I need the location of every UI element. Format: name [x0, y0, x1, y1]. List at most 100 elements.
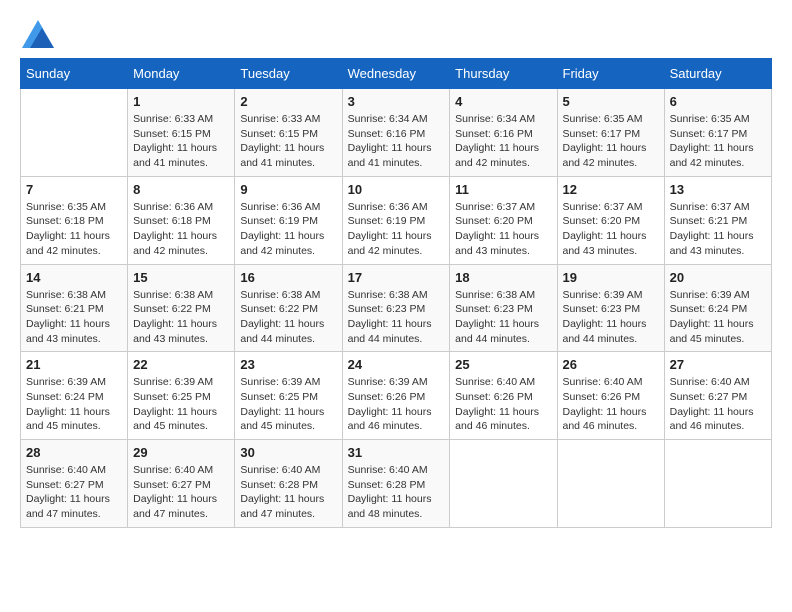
weekday-header: Monday: [128, 59, 235, 89]
weekday-header: Saturday: [664, 59, 771, 89]
calendar-cell: 10 Sunrise: 6:36 AM Sunset: 6:19 PM Dayli…: [342, 176, 450, 264]
calendar-table: SundayMondayTuesdayWednesdayThursdayFrid…: [20, 58, 772, 528]
day-info: Sunrise: 6:38 AM Sunset: 6:22 PM Dayligh…: [240, 288, 336, 347]
day-number: 4: [455, 94, 551, 109]
calendar-cell: 30Sunrise: 6:40 AM Sunset: 6:28 PM Dayli…: [235, 440, 342, 528]
day-info: Sunrise: 6:39 AM Sunset: 6:25 PM Dayligh…: [133, 375, 229, 434]
weekday-header: Wednesday: [342, 59, 450, 89]
calendar-cell: 19 Sunrise: 6:39 AM Sunset: 6:23 PM Dayli…: [557, 264, 664, 352]
day-info: Sunrise: 6:35 AM Sunset: 6:17 PM Dayligh…: [563, 112, 659, 171]
day-info: Sunrise: 6:40 AM Sunset: 6:28 PM Dayligh…: [348, 463, 445, 522]
calendar-cell: [557, 440, 664, 528]
day-number: 6: [670, 94, 766, 109]
calendar-week-row: 14Sunrise: 6:38 AM Sunset: 6:21 PM Dayli…: [21, 264, 772, 352]
day-number: 17: [348, 270, 445, 285]
calendar-cell: 1 Sunrise: 6:33 AM Sunset: 6:15 PM Daylig…: [128, 89, 235, 177]
day-number: 19: [563, 270, 659, 285]
weekday-header: Friday: [557, 59, 664, 89]
day-info: Sunrise: 6:35 AM Sunset: 6:17 PM Dayligh…: [670, 112, 766, 171]
day-info: Sunrise: 6:40 AM Sunset: 6:27 PM Dayligh…: [670, 375, 766, 434]
page-header: [20, 20, 772, 48]
calendar-cell: 13 Sunrise: 6:37 AM Sunset: 6:21 PM Dayli…: [664, 176, 771, 264]
day-number: 21: [26, 357, 122, 372]
day-info: Sunrise: 6:34 AM Sunset: 6:16 PM Dayligh…: [455, 112, 551, 171]
day-number: 7: [26, 182, 122, 197]
day-info: Sunrise: 6:39 AM Sunset: 6:23 PM Dayligh…: [563, 288, 659, 347]
day-info: Sunrise: 6:40 AM Sunset: 6:26 PM Dayligh…: [455, 375, 551, 434]
weekday-header: Sunday: [21, 59, 128, 89]
day-info: Sunrise: 6:35 AM Sunset: 6:18 PM Dayligh…: [26, 200, 122, 259]
day-number: 14: [26, 270, 122, 285]
weekday-header: Thursday: [450, 59, 557, 89]
calendar-cell: 2Sunrise: 6:33 AM Sunset: 6:15 PM Daylig…: [235, 89, 342, 177]
day-number: 25: [455, 357, 551, 372]
day-number: 10: [348, 182, 445, 197]
day-number: 5: [563, 94, 659, 109]
calendar-cell: 18 Sunrise: 6:38 AM Sunset: 6:23 PM Dayli…: [450, 264, 557, 352]
calendar-cell: 6 Sunrise: 6:35 AM Sunset: 6:17 PM Daylig…: [664, 89, 771, 177]
day-number: 13: [670, 182, 766, 197]
day-number: 31: [348, 445, 445, 460]
day-number: 30: [240, 445, 336, 460]
logo: [20, 20, 54, 48]
calendar-cell: 4 Sunrise: 6:34 AM Sunset: 6:16 PM Daylig…: [450, 89, 557, 177]
calendar-body: 1 Sunrise: 6:33 AM Sunset: 6:15 PM Daylig…: [21, 89, 772, 528]
day-number: 24: [348, 357, 445, 372]
calendar-cell: 31 Sunrise: 6:40 AM Sunset: 6:28 PM Dayli…: [342, 440, 450, 528]
day-info: Sunrise: 6:33 AM Sunset: 6:15 PM Dayligh…: [133, 112, 229, 171]
calendar-week-row: 28Sunrise: 6:40 AM Sunset: 6:27 PM Dayli…: [21, 440, 772, 528]
calendar-cell: [450, 440, 557, 528]
calendar-cell: 14Sunrise: 6:38 AM Sunset: 6:21 PM Dayli…: [21, 264, 128, 352]
day-info: Sunrise: 6:39 AM Sunset: 6:24 PM Dayligh…: [26, 375, 122, 434]
day-info: Sunrise: 6:37 AM Sunset: 6:21 PM Dayligh…: [670, 200, 766, 259]
calendar-cell: 7 Sunrise: 6:35 AM Sunset: 6:18 PM Daylig…: [21, 176, 128, 264]
day-number: 16: [240, 270, 336, 285]
day-info: Sunrise: 6:40 AM Sunset: 6:27 PM Dayligh…: [133, 463, 229, 522]
calendar-week-row: 1 Sunrise: 6:33 AM Sunset: 6:15 PM Daylig…: [21, 89, 772, 177]
weekday-row: SundayMondayTuesdayWednesdayThursdayFrid…: [21, 59, 772, 89]
day-number: 1: [133, 94, 229, 109]
calendar-cell: 8 Sunrise: 6:36 AM Sunset: 6:18 PM Daylig…: [128, 176, 235, 264]
day-info: Sunrise: 6:39 AM Sunset: 6:24 PM Dayligh…: [670, 288, 766, 347]
calendar-cell: 12 Sunrise: 6:37 AM Sunset: 6:20 PM Dayli…: [557, 176, 664, 264]
calendar-cell: 26Sunrise: 6:40 AM Sunset: 6:26 PM Dayli…: [557, 352, 664, 440]
day-number: 20: [670, 270, 766, 285]
day-info: Sunrise: 6:38 AM Sunset: 6:23 PM Dayligh…: [348, 288, 445, 347]
day-number: 27: [670, 357, 766, 372]
day-info: Sunrise: 6:37 AM Sunset: 6:20 PM Dayligh…: [563, 200, 659, 259]
day-info: Sunrise: 6:33 AM Sunset: 6:15 PM Dayligh…: [240, 112, 336, 171]
day-number: 29: [133, 445, 229, 460]
day-info: Sunrise: 6:40 AM Sunset: 6:27 PM Dayligh…: [26, 463, 122, 522]
calendar-cell: 9Sunrise: 6:36 AM Sunset: 6:19 PM Daylig…: [235, 176, 342, 264]
day-number: 15: [133, 270, 229, 285]
calendar-cell: 23Sunrise: 6:39 AM Sunset: 6:25 PM Dayli…: [235, 352, 342, 440]
calendar-cell: 17 Sunrise: 6:38 AM Sunset: 6:23 PM Dayli…: [342, 264, 450, 352]
calendar-cell: 20 Sunrise: 6:39 AM Sunset: 6:24 PM Dayli…: [664, 264, 771, 352]
day-info: Sunrise: 6:39 AM Sunset: 6:26 PM Dayligh…: [348, 375, 445, 434]
calendar-cell: 24 Sunrise: 6:39 AM Sunset: 6:26 PM Dayli…: [342, 352, 450, 440]
day-number: 9: [240, 182, 336, 197]
calendar-cell: 25 Sunrise: 6:40 AM Sunset: 6:26 PM Dayli…: [450, 352, 557, 440]
day-info: Sunrise: 6:38 AM Sunset: 6:23 PM Dayligh…: [455, 288, 551, 347]
day-info: Sunrise: 6:38 AM Sunset: 6:22 PM Dayligh…: [133, 288, 229, 347]
calendar-cell: 5 Sunrise: 6:35 AM Sunset: 6:17 PM Daylig…: [557, 89, 664, 177]
day-info: Sunrise: 6:36 AM Sunset: 6:18 PM Dayligh…: [133, 200, 229, 259]
calendar-cell: 21 Sunrise: 6:39 AM Sunset: 6:24 PM Dayli…: [21, 352, 128, 440]
calendar-week-row: 21 Sunrise: 6:39 AM Sunset: 6:24 PM Dayli…: [21, 352, 772, 440]
calendar-cell: 3Sunrise: 6:34 AM Sunset: 6:16 PM Daylig…: [342, 89, 450, 177]
calendar-header: SundayMondayTuesdayWednesdayThursdayFrid…: [21, 59, 772, 89]
calendar-cell: 11Sunrise: 6:37 AM Sunset: 6:20 PM Dayli…: [450, 176, 557, 264]
calendar-week-row: 7 Sunrise: 6:35 AM Sunset: 6:18 PM Daylig…: [21, 176, 772, 264]
logo-icon: [22, 20, 54, 48]
calendar-cell: 15 Sunrise: 6:38 AM Sunset: 6:22 PM Dayli…: [128, 264, 235, 352]
day-number: 11: [455, 182, 551, 197]
day-number: 18: [455, 270, 551, 285]
weekday-header: Tuesday: [235, 59, 342, 89]
calendar-cell: 29 Sunrise: 6:40 AM Sunset: 6:27 PM Dayli…: [128, 440, 235, 528]
day-number: 12: [563, 182, 659, 197]
day-info: Sunrise: 6:36 AM Sunset: 6:19 PM Dayligh…: [348, 200, 445, 259]
day-number: 8: [133, 182, 229, 197]
calendar-cell: 27 Sunrise: 6:40 AM Sunset: 6:27 PM Dayli…: [664, 352, 771, 440]
calendar-cell: 22Sunrise: 6:39 AM Sunset: 6:25 PM Dayli…: [128, 352, 235, 440]
day-number: 3: [348, 94, 445, 109]
